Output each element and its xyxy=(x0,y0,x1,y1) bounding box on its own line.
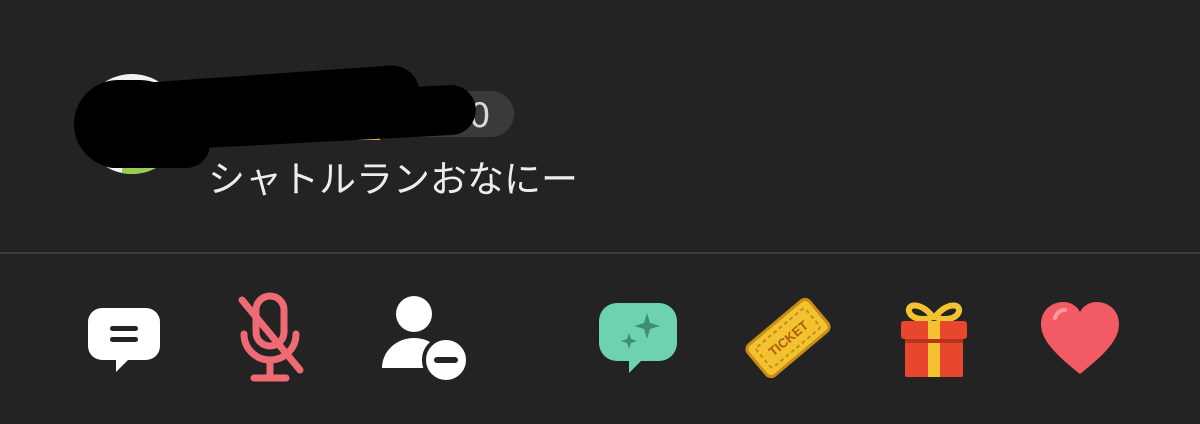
heart-icon xyxy=(1041,302,1119,374)
microphone-muted-icon xyxy=(238,292,304,382)
mic-toggle-button[interactable] xyxy=(222,290,318,386)
gift-icon xyxy=(901,302,967,377)
chat-bubble-icon xyxy=(88,308,160,372)
like-button[interactable] xyxy=(1032,290,1128,386)
bottom-toolbar: TICKET xyxy=(0,254,1200,424)
redaction-mark xyxy=(90,120,210,168)
chat-button[interactable] xyxy=(76,290,172,386)
ai-chat-button[interactable] xyxy=(590,290,686,386)
comment-row: Lv.20 シャトルランおなにー xyxy=(0,0,1200,252)
ticket-button[interactable]: TICKET xyxy=(740,290,836,386)
ticket-icon: TICKET xyxy=(745,297,831,379)
remove-user-button[interactable] xyxy=(376,290,472,386)
remove-user-icon xyxy=(382,296,470,384)
sparkle-chat-icon xyxy=(599,303,677,373)
gift-button[interactable] xyxy=(886,290,982,386)
comment-text: シャトルランおなにー xyxy=(208,158,578,201)
live-stream-panel: Lv.20 シャトルランおなにー xyxy=(0,0,1200,424)
